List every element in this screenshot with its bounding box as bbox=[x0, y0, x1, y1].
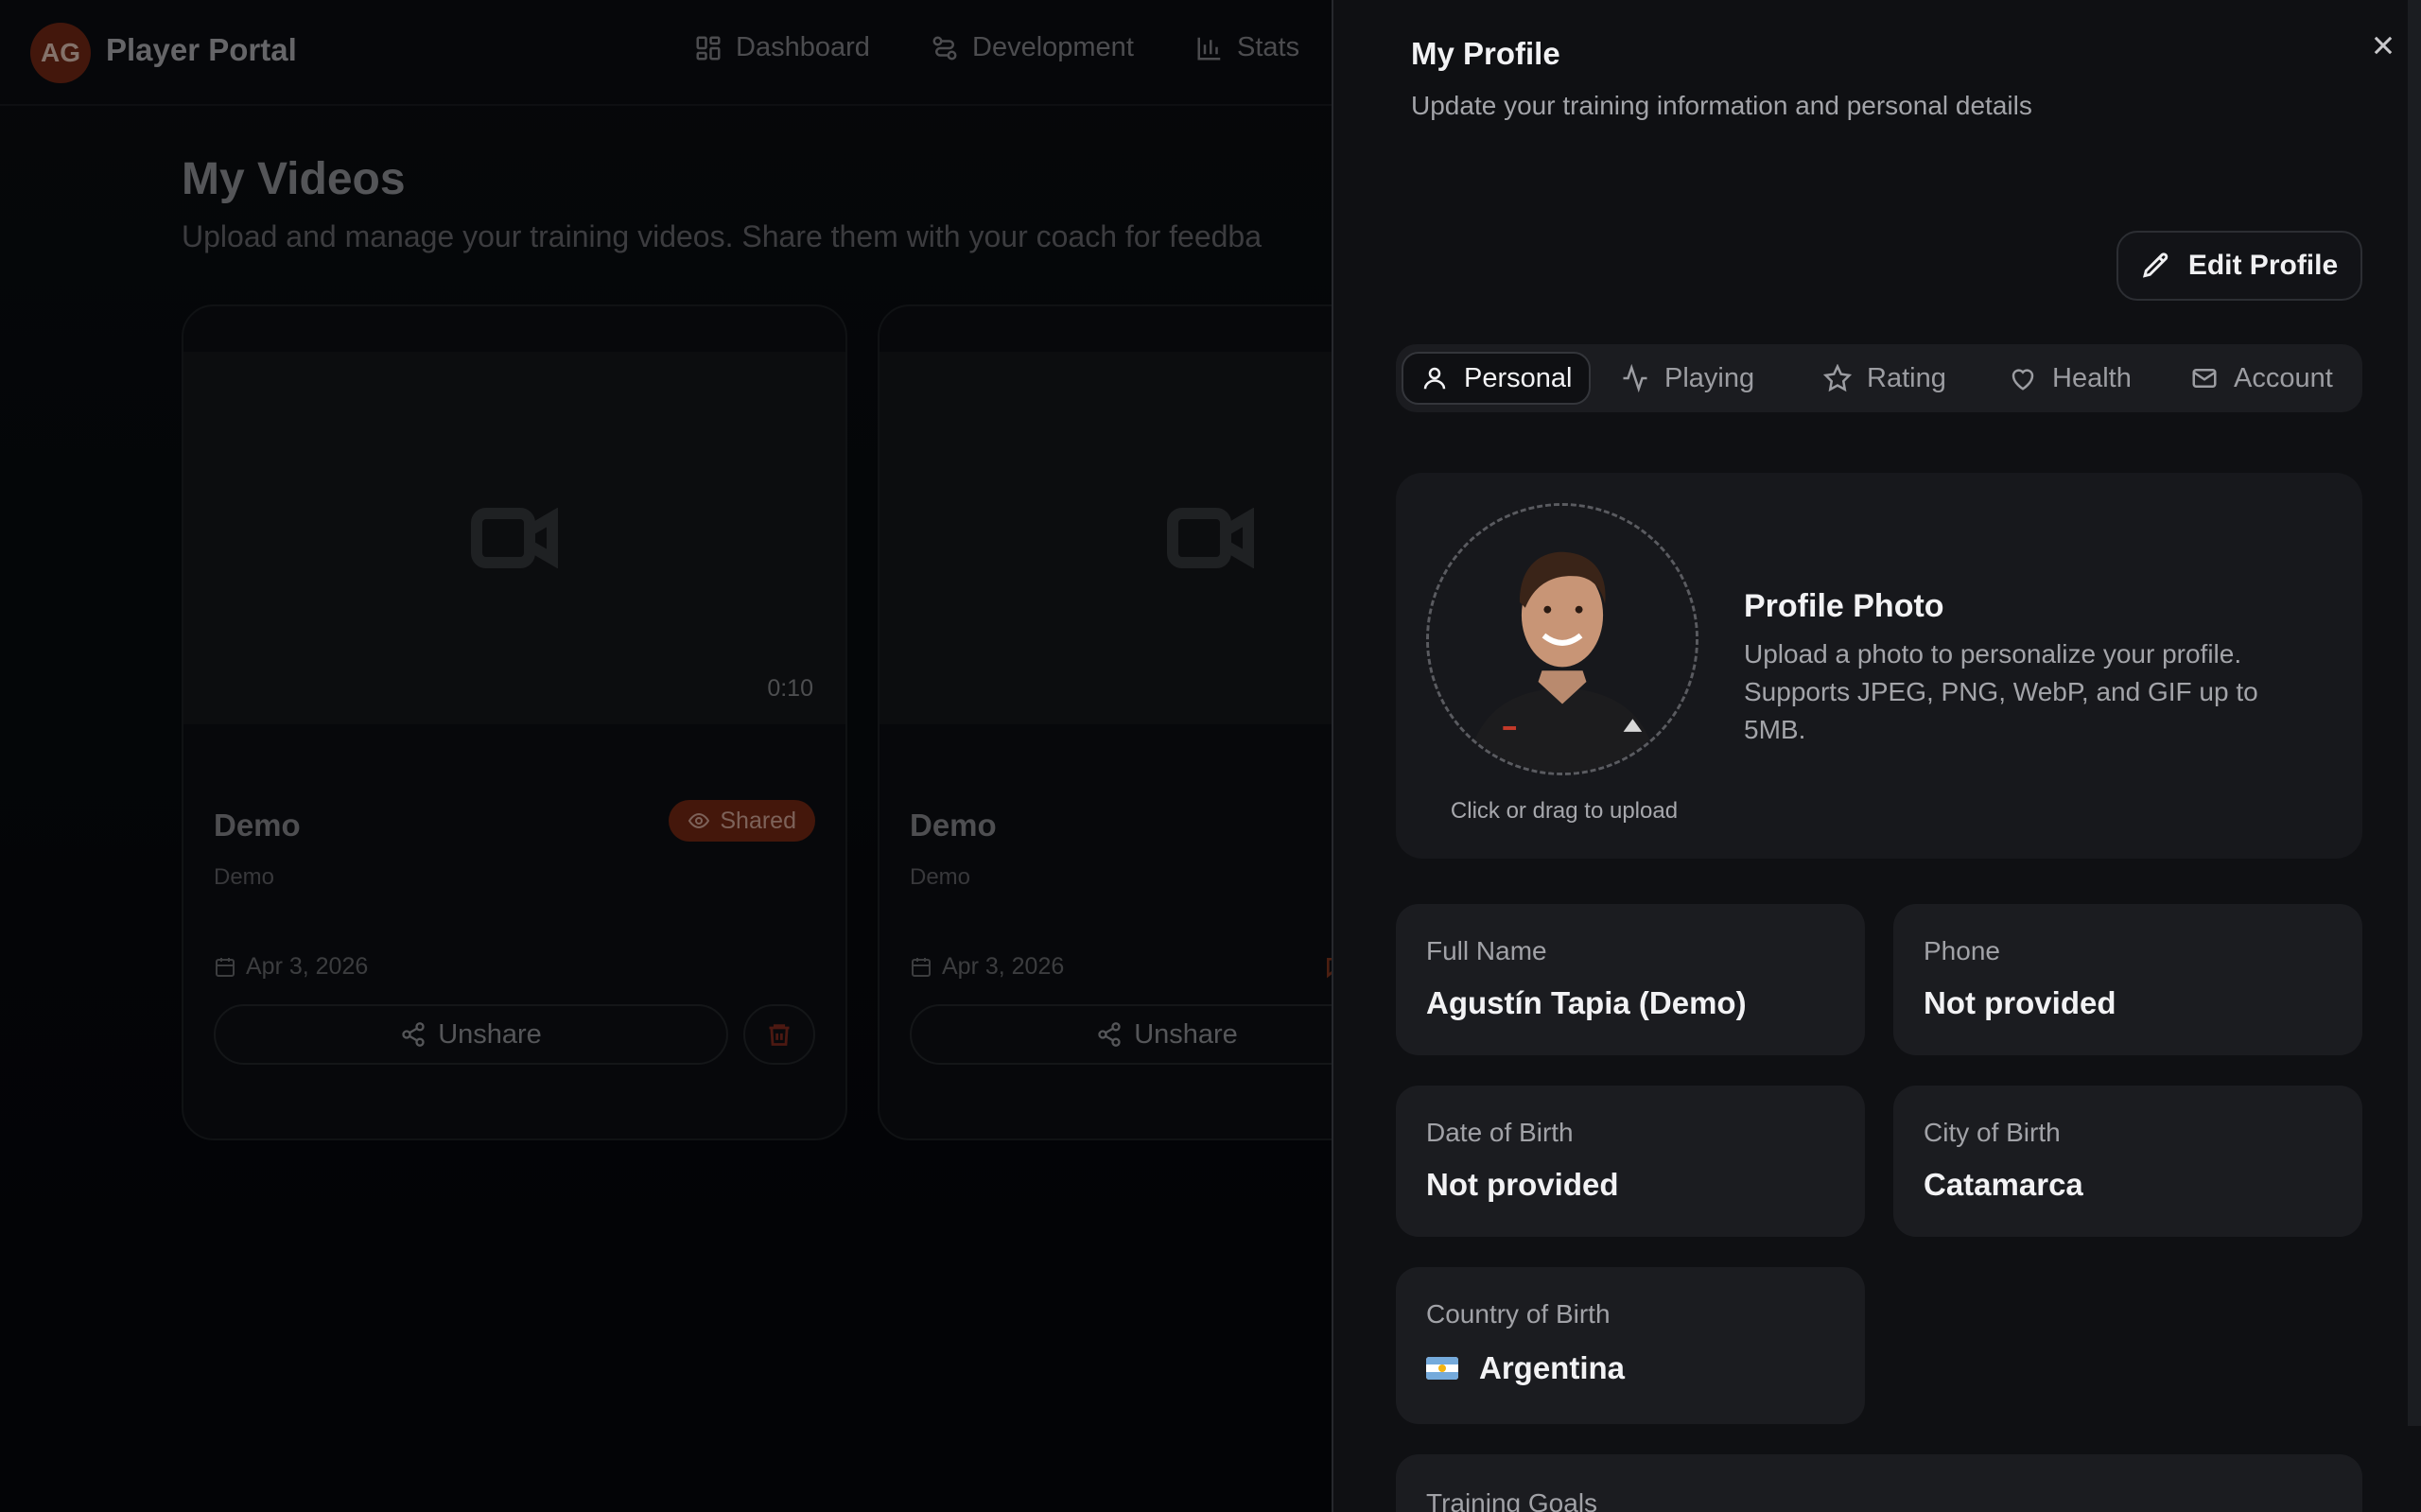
photo-upload-hint: Click or drag to upload bbox=[1450, 798, 1679, 824]
field-label: Training Goals bbox=[1426, 1488, 1598, 1512]
star-icon bbox=[1823, 364, 1852, 392]
tab-label: Rating bbox=[1867, 362, 1946, 393]
tab-label: Account bbox=[2234, 362, 2333, 393]
edit-profile-label: Edit Profile bbox=[2187, 250, 2339, 281]
field-label: Country of Birth bbox=[1426, 1299, 1611, 1329]
user-icon bbox=[1423, 367, 1446, 390]
photo-upload-dropzone[interactable] bbox=[1426, 503, 1698, 775]
field-value: Agustín Tapia (Demo) bbox=[1426, 985, 1747, 1020]
close-panel-button[interactable] bbox=[2364, 26, 2402, 64]
photo-section-description: Upload a photo to personalize your profi… bbox=[1744, 639, 2258, 744]
tab-label: Playing bbox=[1664, 362, 1755, 393]
modal-overlay[interactable] bbox=[0, 0, 1333, 1512]
activity-icon bbox=[1623, 364, 1647, 392]
tab-rating[interactable]: Rating bbox=[1806, 352, 1963, 405]
profile-photo-card: Click or drag to upload Profile Photo Up… bbox=[1396, 473, 2362, 859]
photo-section-title: Profile Photo bbox=[1744, 588, 1944, 624]
field-label: Phone bbox=[1924, 936, 2000, 965]
field-city-of-birth: City of Birth Catamarca bbox=[1893, 1086, 2362, 1237]
pencil-icon bbox=[2142, 252, 2168, 278]
tab-label: Personal bbox=[1464, 362, 1573, 393]
tab-label: Health bbox=[2052, 362, 2132, 393]
close-icon bbox=[2374, 36, 2393, 55]
field-value: Catamarca bbox=[1924, 1167, 2083, 1202]
field-phone: Phone Not provided bbox=[1893, 904, 2362, 1055]
field-full-name: Full Name Agustín Tapia (Demo) bbox=[1396, 904, 1865, 1055]
mail-icon bbox=[2192, 369, 2217, 388]
field-date-of-birth: Date of Birth Not provided bbox=[1396, 1086, 1865, 1237]
tab-playing[interactable]: Playing bbox=[1604, 352, 1771, 405]
tab-personal[interactable]: Personal bbox=[1402, 352, 1592, 405]
field-label: Full Name bbox=[1426, 936, 1547, 965]
profile-photo bbox=[1429, 506, 1696, 773]
panel-scrollbar[interactable] bbox=[2408, 0, 2421, 1426]
tab-account[interactable]: Account bbox=[2173, 352, 2350, 405]
field-label: City of Birth bbox=[1924, 1118, 2061, 1147]
field-value: Argentina bbox=[1426, 1350, 1625, 1386]
field-country-of-birth: Country of Birth Argentina bbox=[1396, 1267, 1865, 1424]
field-label: Date of Birth bbox=[1426, 1118, 1574, 1147]
edit-profile-button[interactable]: Edit Profile bbox=[2116, 231, 2362, 301]
panel-subtitle: Update your training information and per… bbox=[1411, 91, 2032, 120]
field-value: Not provided bbox=[1924, 985, 2116, 1020]
country-value: Argentina bbox=[1479, 1350, 1626, 1385]
field-value: Not provided bbox=[1426, 1167, 1619, 1202]
profile-tabs: Personal Playing Rating Health Account bbox=[1396, 344, 2362, 412]
profile-side-panel: My Profile Update your training informat… bbox=[1332, 0, 2421, 1512]
panel-title: My Profile bbox=[1411, 36, 1560, 71]
heart-icon bbox=[2012, 369, 2034, 391]
training-goals-section: Training Goals bbox=[1396, 1454, 2362, 1512]
tab-health[interactable]: Health bbox=[1992, 352, 2149, 405]
argentina-flag-icon bbox=[1426, 1357, 1458, 1380]
